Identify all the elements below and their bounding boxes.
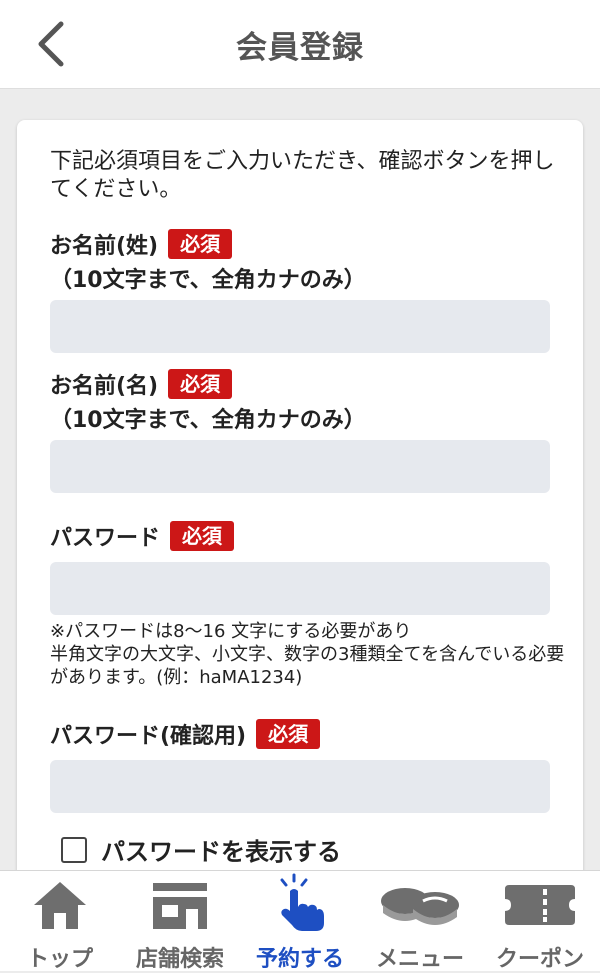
- tab-coupon-label: クーポン: [495, 947, 584, 972]
- page-title: 会員登録: [236, 29, 364, 66]
- last-name-label: お名前(姓): [50, 234, 159, 259]
- sushi-icon: [381, 888, 459, 925]
- tab-menu-label: メニュー: [375, 947, 464, 972]
- back-button[interactable]: [28, 18, 72, 70]
- password-confirm-label: パスワード(確認用): [50, 724, 247, 749]
- bottom-tab-bar: トップ 店舗検索 予約する メニュー クーポン: [0, 870, 600, 972]
- tab-top-label: トップ: [26, 947, 93, 972]
- tab-store-search-label: 店舗検索: [135, 947, 224, 972]
- tab-top[interactable]: トップ: [0, 871, 120, 972]
- tab-reserve[interactable]: 予約する: [240, 871, 360, 972]
- last-name-label-row: お名前(姓) 必須: [50, 228, 233, 260]
- last-name-input[interactable]: [50, 300, 550, 353]
- form-intro-text: 下記必須項目をご入力いただき、確認ボタンを押してください。: [50, 149, 555, 202]
- required-badge: 必須: [168, 369, 233, 399]
- last-name-hint: （10文字まで、全角カナのみ）: [50, 268, 366, 293]
- password-label-row: パスワード 必須: [50, 520, 235, 552]
- password-note-line-2: 半角文字の大文字、小文字、数字の3種類全てを含んでいる必要があります。(例：ha…: [50, 644, 565, 688]
- tab-reserve-label: 予約する: [255, 947, 344, 972]
- house-icon: [34, 882, 86, 929]
- required-badge: 必須: [256, 719, 321, 749]
- show-password-toggle[interactable]: パスワードを表示する: [61, 832, 341, 867]
- password-requirements-note: ※パスワードは8～16 文字にする必要があり 半角文字の大文字、小文字、数字の3…: [50, 620, 565, 689]
- tab-store-search[interactable]: 店舗検索: [120, 871, 240, 972]
- first-name-hint: （10文字まで、全角カナのみ）: [50, 408, 366, 433]
- store-icon: [153, 883, 207, 929]
- password-confirm-label-row: パスワード(確認用) 必須: [50, 718, 321, 750]
- tap-hand-icon: [280, 873, 324, 931]
- ticket-icon: [505, 885, 575, 925]
- tab-coupon[interactable]: クーポン: [480, 871, 600, 972]
- required-badge: 必須: [170, 521, 235, 551]
- registration-form-card: 下記必須項目をご入力いただき、確認ボタンを押してください。 お名前(姓) 必須 …: [17, 120, 583, 880]
- required-badge: 必須: [168, 229, 233, 259]
- password-input[interactable]: [50, 562, 550, 615]
- chevron-left-icon: [38, 21, 64, 67]
- password-note-line-1: ※パスワードは8～16 文字にする必要があり: [50, 621, 412, 642]
- first-name-label-row: お名前(名) 必須: [50, 368, 233, 400]
- password-confirm-input[interactable]: [50, 760, 550, 813]
- tab-menu[interactable]: メニュー: [360, 871, 480, 972]
- password-label: パスワード: [50, 526, 161, 551]
- show-password-label: パスワードを表示する: [101, 838, 341, 866]
- app-header: 会員登録: [0, 0, 600, 89]
- first-name-input[interactable]: [50, 440, 550, 493]
- first-name-label: お名前(名): [50, 374, 159, 399]
- show-password-checkbox[interactable]: [61, 836, 87, 863]
